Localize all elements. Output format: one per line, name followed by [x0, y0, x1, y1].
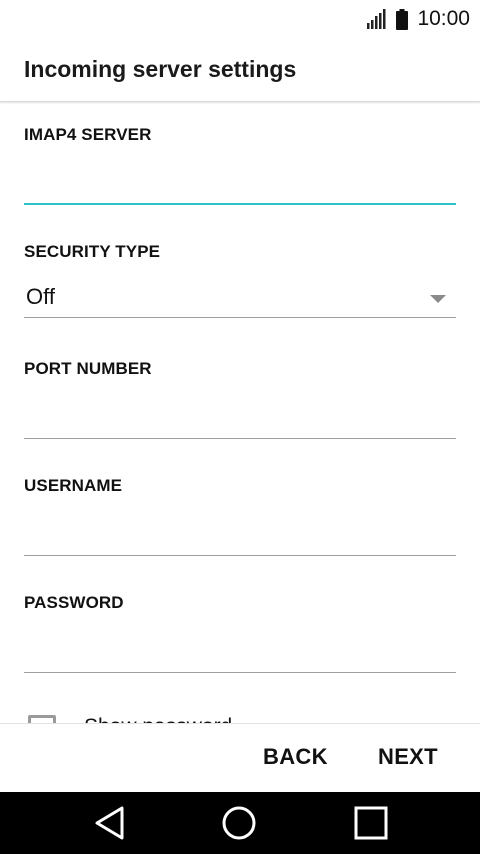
signal-icon [367, 9, 386, 29]
app-bar: Incoming server settings [0, 38, 480, 102]
show-password-row[interactable]: Show password [28, 715, 232, 723]
back-button[interactable]: BACK [263, 744, 328, 770]
port-number-input[interactable] [24, 399, 456, 439]
security-type-value: Off [26, 284, 55, 309]
port-number-label: PORT NUMBER [24, 359, 152, 378]
imap-server-field: IMAP4 SERVER [24, 125, 456, 205]
recents-square-icon [354, 806, 388, 840]
username-label: USERNAME [24, 476, 123, 495]
show-password-label: Show password [84, 715, 232, 723]
password-label: PASSWORD [24, 593, 124, 612]
status-icons: 10:00 [367, 6, 470, 32]
security-type-field: SECURITY TYPE Off [24, 242, 456, 318]
battery-icon [396, 8, 409, 30]
nav-back-button[interactable] [90, 805, 130, 841]
nav-recents-button[interactable] [350, 805, 390, 841]
back-triangle-icon [95, 806, 124, 840]
next-button[interactable]: NEXT [378, 744, 438, 770]
username-field: USERNAME [24, 476, 456, 556]
status-bar: 10:00 [0, 0, 480, 38]
port-number-field: PORT NUMBER [24, 359, 456, 439]
password-input[interactable] [24, 633, 456, 673]
settings-form: IMAP4 SERVER SECURITY TYPE Off PORT NUMB… [0, 103, 480, 723]
password-field: PASSWORD [24, 593, 456, 673]
clock: 10:00 [417, 7, 470, 30]
bottom-action-bar: BACK NEXT [0, 723, 480, 792]
username-input[interactable] [24, 516, 456, 556]
security-type-dropdown[interactable]: Off [24, 278, 456, 318]
show-password-checkbox[interactable] [28, 715, 56, 723]
dropdown-arrow-icon [430, 295, 446, 303]
security-type-label: SECURITY TYPE [24, 242, 161, 261]
page-title: Incoming server settings [24, 56, 297, 82]
nav-home-button[interactable] [219, 805, 259, 841]
home-circle-icon [222, 806, 256, 840]
imap-server-label: IMAP4 SERVER [24, 125, 152, 144]
navigation-bar [0, 792, 480, 854]
imap-server-input[interactable] [24, 165, 456, 205]
